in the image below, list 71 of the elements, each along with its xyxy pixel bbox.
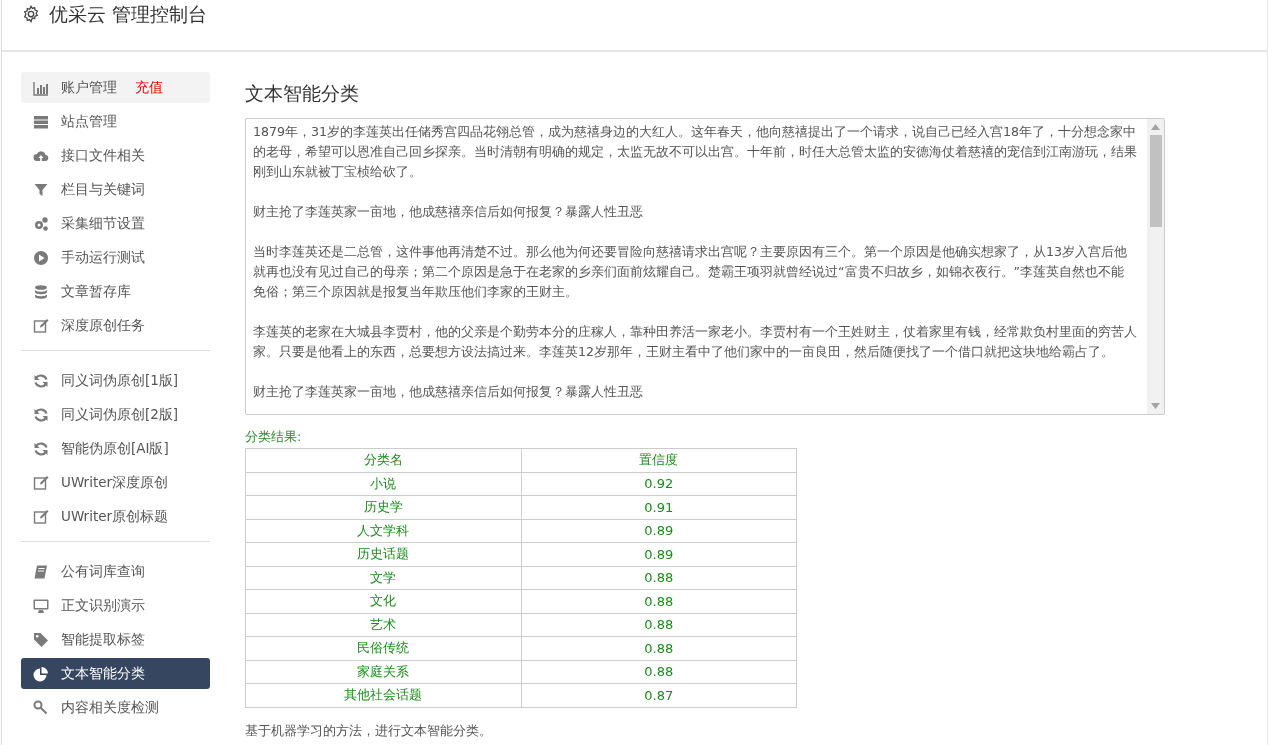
sidebar-item[interactable]: 深度原创任务 bbox=[21, 310, 210, 341]
table-cell: 其他社会话题 bbox=[245, 683, 521, 707]
table-cell: 历史话题 bbox=[245, 542, 521, 566]
sidebar-item[interactable]: 文章暂存库 bbox=[21, 276, 210, 307]
table-cell: 0.89 bbox=[521, 519, 797, 543]
paragraph: 李莲英的老家在大城县李贾村，他的父亲是个勤劳本分的庄稼人，靠种田养活一家老小。李贾村有一个王姓财主，仗着家里有钱，经常欺负村里面的穷苦人家。只要是他看上的东西，总要想方设法搞过来。李莲英12岁那年，王财主看中了他们家中的一亩良田，然后随便找了一个借口就把这块地给霸占了。 bbox=[253, 323, 1137, 361]
table-cell: 民俗传统 bbox=[245, 636, 521, 660]
play-icon bbox=[33, 249, 49, 266]
refresh-icon bbox=[33, 440, 49, 457]
edit-icon bbox=[33, 474, 49, 491]
column-header: 分类名 bbox=[245, 448, 521, 472]
table-cell: 0.88 bbox=[521, 589, 797, 613]
sidebar-item[interactable]: UWriter深度原创 bbox=[21, 467, 210, 498]
scrollbar-thumb[interactable] bbox=[1149, 135, 1162, 227]
sidebar-item[interactable]: 站点管理 bbox=[21, 106, 210, 137]
table-cell: 0.91 bbox=[521, 495, 797, 519]
table-cell: 0.88 bbox=[521, 660, 797, 684]
bar-chart-icon bbox=[33, 79, 49, 96]
database-icon bbox=[33, 283, 49, 300]
table-cell: 文化 bbox=[245, 589, 521, 613]
sidebar-item[interactable]: 接口文件相关 bbox=[21, 140, 210, 171]
sidebar-item[interactable]: 公有词库查询 bbox=[21, 556, 210, 587]
scroll-up-icon[interactable] bbox=[1151, 124, 1160, 130]
sidebar-item[interactable]: 智能伪原创[AI版] bbox=[21, 433, 210, 464]
table-cell: 小说 bbox=[245, 472, 521, 496]
edit-icon bbox=[33, 508, 49, 525]
sidebar-item[interactable]: 账户管理 充值 bbox=[21, 72, 210, 103]
sidebar-item[interactable]: 内容相关度检测 bbox=[21, 692, 210, 723]
table-cell: 人文学科 bbox=[245, 519, 521, 543]
sidebar-item[interactable]: 智能提取标签 bbox=[21, 624, 210, 655]
table-cell: 0.87 bbox=[521, 683, 797, 707]
column-header: 置信度 bbox=[521, 448, 797, 472]
sidebar-item[interactable]: UWriter原创标题 bbox=[21, 501, 210, 532]
settings-icon bbox=[22, 5, 40, 23]
server-icon bbox=[33, 113, 49, 130]
sidebar-item[interactable]: 同义词伪原创[1版] bbox=[21, 365, 210, 396]
sidebar-item[interactable]: 文本智能分类 bbox=[21, 658, 210, 689]
result-label: 分类结果: bbox=[245, 428, 303, 446]
refresh-icon bbox=[33, 372, 49, 389]
monitor-icon bbox=[33, 597, 49, 614]
paragraph: 1879年，31岁的李莲英出任储秀宫四品花翎总管，成为慈禧身边的大红人。这年春天，他向慈禧提出了一个请求，说自己已经入宫18年了，十分想念家中的老母，希望可以恩准自己回乡探亲。当时清朝有明确的规定，太监无故不可以出宫。十年前，时任大总管太监的安德海仗着慈禧的宠信到江南游玩，结果刚到山东就被丁宝桢给砍了。 bbox=[253, 123, 1137, 181]
table-cell: 0.88 bbox=[521, 566, 797, 590]
sidebar-item[interactable]: 手动运行测试 bbox=[21, 242, 210, 273]
sidebar-item[interactable]: 栏目与关键词 bbox=[21, 174, 210, 205]
pie-chart-icon bbox=[33, 665, 49, 682]
table-cell: 0.92 bbox=[521, 472, 797, 496]
text-area[interactable] bbox=[245, 118, 1165, 415]
app-title: 优采云 管理控制台 bbox=[49, 2, 208, 26]
tag-icon bbox=[33, 631, 49, 648]
refresh-icon bbox=[33, 406, 49, 423]
sidebar-item[interactable]: 采集细节设置 bbox=[21, 208, 210, 239]
edit-icon bbox=[33, 317, 49, 334]
sidebar-item[interactable]: 同义词伪原创[2版] bbox=[21, 399, 210, 430]
sidebar-item[interactable]: 正文识别演示 bbox=[21, 590, 210, 621]
table-cell: 历史学 bbox=[245, 495, 521, 519]
item-label: 账户管理 bbox=[61, 78, 117, 97]
description-text: 基于机器学习的方法，进行文本智能分类。 bbox=[245, 721, 493, 740]
table-cell: 0.88 bbox=[521, 636, 797, 660]
table-cell: 文学 bbox=[245, 566, 521, 590]
table-cell: 0.89 bbox=[521, 542, 797, 566]
table-cell: 艺术 bbox=[245, 613, 521, 637]
recharge-link[interactable]: 充值 bbox=[135, 78, 163, 97]
book-icon bbox=[33, 563, 49, 580]
table-cell: 家庭关系 bbox=[245, 660, 521, 684]
scroll-down-icon[interactable] bbox=[1151, 403, 1160, 409]
page-title: 文本智能分类 bbox=[245, 81, 360, 106]
paragraph: 财主抢了李莲英家一亩地，他成慈禧亲信后如何报复？暴露人性丑恶 bbox=[253, 383, 644, 401]
paragraph: 当时李莲英还是二总管，这件事他再清楚不过。那么他为何还要冒险向慈禧请求出宫呢？主要原因有三个。第一个原因是他确实想家了，从13岁入宫后他就再也没有见过自己的母亲；第二个原因是急于在老家的乡亲们面前炫耀自己。楚霸王项羽就曾经说过“富贵不归故乡，如锦衣夜行。”李莲英自然也不能免俗；第三个原因就是报复当年欺压他们李家的王财主。 bbox=[253, 243, 1129, 301]
table-cell: 0.88 bbox=[521, 613, 797, 637]
filter-icon bbox=[33, 181, 49, 198]
paragraph: 财主抢了李莲英家一亩地，他成慈禧亲信后如何报复？暴露人性丑恶 bbox=[253, 203, 644, 221]
